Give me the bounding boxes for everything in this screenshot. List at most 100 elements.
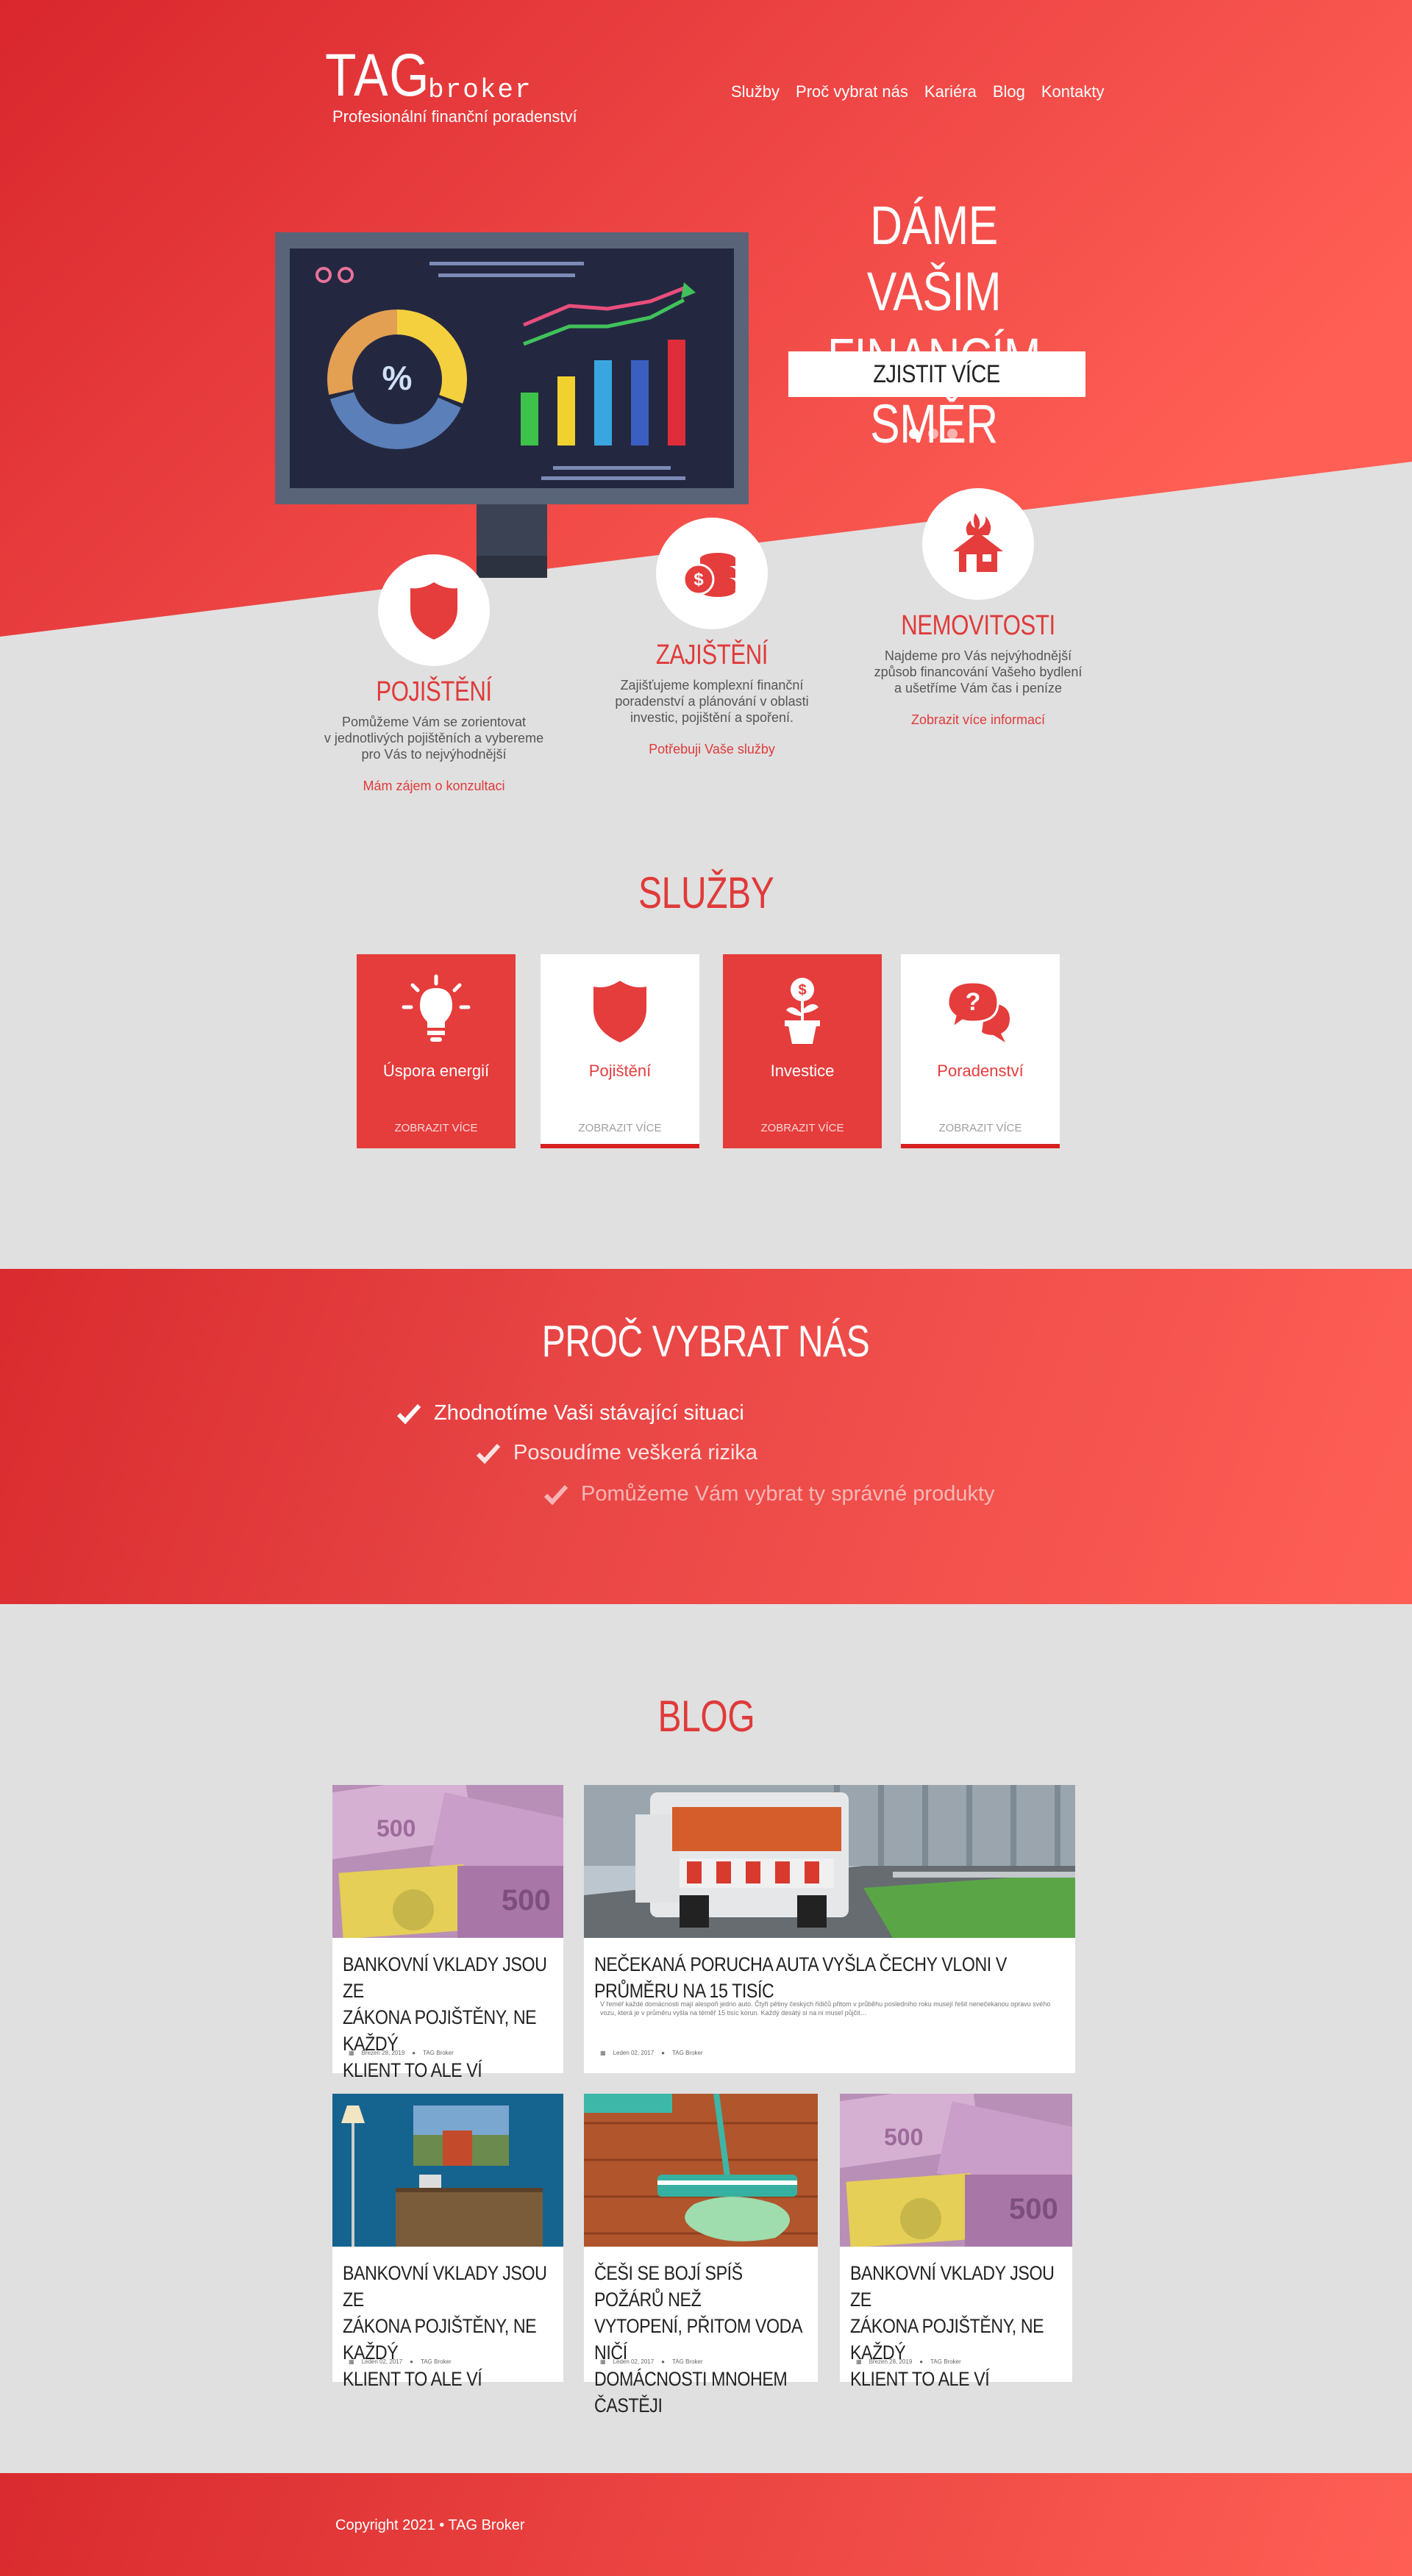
blog-card[interactable]: BANKOVNÍ VKLADY JSOU ZE ZÁKONA POJIŠTĚNY… (332, 2094, 563, 2390)
blog-card[interactable]: NEČEKANÁ PORUCHA AUTA VYŠLA ČECHY VLONI … (584, 1785, 1075, 2073)
feature-circle (922, 488, 1034, 600)
svg-text:500: 500 (502, 1884, 551, 1917)
blog-card-title-line: VYTOPENÍ, PŘITOM VODA NIČÍ (594, 2315, 802, 2364)
feature-link[interactable]: Mám zájem o konzultaci (316, 779, 552, 794)
feature-text-line: Pomůžeme Vám se zorientovat (341, 715, 527, 729)
feature-text-line: Najdeme pro Vás nejvýhodnější (884, 648, 1072, 663)
service-card-uspora-energii[interactable]: Úspora energií ZOBRAZIT VÍCE (357, 954, 516, 1148)
user-icon: ● (661, 2050, 666, 2056)
logo-sub: broker (428, 75, 532, 105)
blog-card-title: BANKOVNÍ VKLADY JSOU ZE ZÁKONA POJIŠTĚNY… (343, 1951, 561, 2083)
calendar-icon: ▦ (349, 2050, 354, 2056)
blog-card-title-line: KLIENT TO ALE VÍ (343, 2059, 482, 2081)
nav-item-kontakty[interactable]: Kontakty (1041, 82, 1105, 101)
slider-dot-1[interactable] (909, 429, 919, 439)
monitor-percent: % (382, 359, 413, 397)
blog-card-meta: ▦ Leden 02, 2017 ● TAG Broker (600, 2050, 703, 2056)
blog-card-meta: ▦ Březen 28, 2019 ● TAG Broker (349, 2050, 454, 2056)
blog-card-title-line: ZÁKONA POJIŠTĚNY, NE KAŽDÝ (343, 2006, 537, 2055)
why-item-text: Posoudíme veškerá rizika (513, 1441, 758, 1464)
why-item-text: Pomůžeme Vám vybrat ty správné produkty (581, 1482, 995, 1506)
nav-item-sluzby[interactable]: Služby (731, 82, 780, 101)
blog-card-date: Leden 02, 2017 (361, 2358, 403, 2365)
nav-item-kariera[interactable]: Kariéra (924, 82, 977, 101)
why-section: PROČ VYBRAT NÁS Zhodnotíme Vaši stávajíc… (0, 1269, 1412, 1604)
svg-text:500: 500 (884, 2124, 923, 2150)
why-item: Zhodnotíme Vaši stávající situaci (396, 1401, 744, 1425)
user-icon: ● (661, 2358, 666, 2365)
feature-text: Najdeme pro Vás nejvýhodnější způsob fin… (860, 648, 1096, 696)
feature-link[interactable]: Zobrazit více informací (860, 712, 1096, 728)
calendar-icon: ▦ (600, 2050, 606, 2056)
feature-circle (378, 554, 490, 666)
service-card-pojisteni[interactable]: Pojištění ZOBRAZIT VÍCE (541, 954, 699, 1148)
blog-title: BLOG (0, 1691, 1412, 1742)
blog-card-title-line: KLIENT TO ALE VÍ (343, 2368, 482, 2390)
blog-card-date: Březen 28, 2019 (869, 2358, 913, 2365)
blog-card-author: TAG Broker (423, 2050, 454, 2056)
shield-icon (410, 582, 457, 640)
blog-card-title-line: DOMÁCNOSTI MNOHEM ČASTĚJI (594, 2368, 788, 2416)
services-title: SLUŽBY (0, 867, 1412, 918)
blog-card-author: TAG Broker (672, 2358, 703, 2365)
logo[interactable]: TAG broker Profesionální finanční porade… (325, 42, 577, 126)
footer-copyright: Copyright 2021 • TAG Broker (335, 2517, 525, 2533)
service-more-link[interactable]: ZOBRAZIT VÍCE (357, 1122, 516, 1134)
hero-cta-label: ZJISTIT VÍCE (873, 360, 1001, 388)
slider-dot-3[interactable] (947, 429, 958, 439)
feature-text: Pomůžeme Vám se zorientovat v jednotlivý… (316, 714, 552, 762)
why-item-text: Zhodnotíme Vaši stávající situaci (434, 1401, 744, 1425)
svg-text:$: $ (693, 570, 704, 590)
user-icon: ● (919, 2358, 924, 2365)
feature-title: POJIŠTĚNÍ (376, 676, 492, 707)
shield-icon (593, 981, 646, 1042)
service-more-link[interactable]: ZOBRAZIT VÍCE (901, 1122, 1060, 1134)
blog-card-excerpt: V řeméř každé domácnosti mají alespoň je… (600, 2000, 1051, 2017)
svg-text:500: 500 (1009, 2193, 1058, 2225)
feature-text-line: investic, pojištění a spoření. (630, 710, 794, 725)
svg-text:$: $ (798, 982, 806, 998)
feature-link[interactable]: Potřebuji Vaše služby (594, 742, 830, 757)
house-fire-icon (953, 513, 1003, 572)
blog-card-meta: ▦ Březen 28, 2019 ● TAG Broker (856, 2358, 961, 2365)
why-item: Posoudíme veškerá rizika (476, 1441, 758, 1465)
svg-text:?: ? (966, 988, 981, 1016)
blog-card-title-line: BANKOVNÍ VKLADY JSOU ZE (343, 2262, 547, 2311)
blog-image-euros: 500 500 (332, 1785, 563, 1938)
blog-card-title: BANKOVNÍ VKLADY JSOU ZE ZÁKONA POJIŠTĚNY… (343, 2260, 561, 2392)
service-label: Investice (770, 1062, 835, 1080)
why-title-text: PROČ VYBRAT NÁS (542, 1317, 870, 1366)
nav-item-blog[interactable]: Blog (993, 82, 1025, 101)
feature-text-line: pro Vás to nejvýhodnější (361, 747, 507, 762)
blog-card[interactable]: 500 500 BANKOVNÍ VKLADY JSOU ZE ZÁKONA P… (840, 2094, 1072, 2390)
nav-item-proc-vybrat-nas[interactable]: Proč vybrat nás (796, 82, 908, 101)
blog-card[interactable]: 500 500 BANKOVNÍ VKLADY JSOU ZE ZÁKONA P… (332, 1785, 563, 2081)
blog-image-mop (584, 2094, 818, 2247)
feature-circle: $ (656, 518, 768, 629)
service-more-link[interactable]: ZOBRAZIT VÍCE (723, 1122, 882, 1134)
blog-card[interactable]: ČEŠI SE BOJÍ SPÍŠ POŽÁRŮ NEŽ VYTOPENÍ, P… (584, 2094, 818, 2416)
blog-card-title: ČEŠI SE BOJÍ SPÍŠ POŽÁRŮ NEŽ VYTOPENÍ, P… (594, 2260, 816, 2419)
service-card-investice[interactable]: $ Investice ZOBRAZIT VÍCE (723, 954, 882, 1148)
main-nav: Služby Proč vybrat nás Kariéra Blog Kont… (731, 82, 1120, 101)
feature-title: NEMOVITOSTI (901, 610, 1055, 641)
blog-card-date: Březen 28, 2019 (361, 2050, 405, 2056)
slider-dot-2[interactable] (928, 429, 938, 439)
blog-card-title-line: BANKOVNÍ VKLADY JSOU ZE (343, 1953, 547, 2002)
blog-card-author: TAG Broker (930, 2358, 961, 2365)
coins-icon: $ (682, 553, 735, 597)
feature-text-line: v jednotlivých pojištěních a vybereme (324, 731, 544, 745)
logo-main: TAG (325, 42, 431, 109)
calendar-icon: ▦ (856, 2358, 862, 2365)
blog-card-title: NEČEKANÁ PORUCHA AUTA VYŠLA ČECHY VLONI … (594, 1953, 1007, 2002)
question-chat-icon: ? (946, 981, 1010, 1042)
service-more-link[interactable]: ZOBRAZIT VÍCE (541, 1122, 699, 1134)
blog-card-title-line: BANKOVNÍ VKLADY JSOU ZE (850, 2262, 1055, 2311)
blog-card-date: Leden 02, 2017 (613, 2050, 655, 2056)
service-label: Poradenství (937, 1062, 1024, 1080)
service-card-poradenstvi[interactable]: ? Poradenství ZOBRAZIT VÍCE (901, 954, 1060, 1148)
hero-cta-button[interactable]: ZJISTIT VÍCE (788, 351, 1085, 397)
feature-zajisteni: $ ZAJIŠTĚNÍ Zajišťujeme komplexní finanč… (594, 518, 830, 757)
money-plant-icon: $ (785, 978, 820, 1044)
user-icon: ● (412, 2050, 416, 2056)
